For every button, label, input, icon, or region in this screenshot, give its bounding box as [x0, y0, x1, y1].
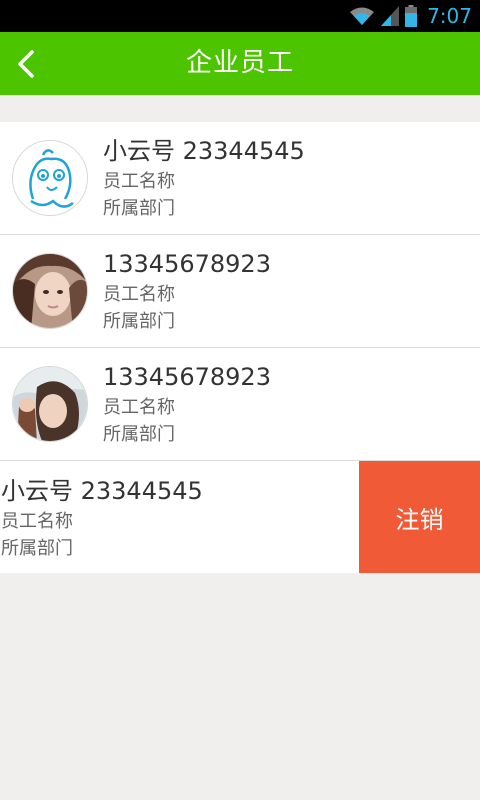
signal-icon	[381, 6, 400, 26]
employee-label: 员工名称	[103, 171, 175, 192]
employee-avatar	[12, 140, 88, 216]
deregister-button[interactable]: 注销	[359, 461, 480, 573]
status-bar: 7:07	[0, 0, 480, 32]
employee-row[interactable]: 13345678923 员工名称 所属部门	[0, 235, 480, 348]
wifi-icon	[350, 7, 375, 25]
employee-label: 员工名称	[103, 284, 175, 305]
employee-label: 员工名称	[1, 511, 73, 532]
employee-name: 小云号 23344545	[1, 477, 203, 505]
employee-dept: 所属部门	[1, 538, 73, 559]
employee-dept: 所属部门	[103, 424, 175, 445]
employee-info: 13345678923 员工名称 所属部门	[103, 247, 271, 335]
employee-info: 13345678923 员工名称 所属部门	[103, 360, 271, 448]
status-icons: 7:07	[349, 0, 472, 32]
employee-name: 小云号 23344545	[103, 137, 305, 165]
employee-avatar	[12, 366, 88, 442]
employee-row[interactable]: 13345678923 员工名称 所属部门	[0, 348, 480, 461]
employee-name: 13345678923	[103, 250, 271, 278]
battery-icon	[405, 5, 418, 27]
employee-name: 13345678923	[103, 363, 271, 391]
employee-row[interactable]: 小云号 23344545 员工名称 所属部门	[0, 122, 480, 235]
page-title: 企业员工	[185, 48, 294, 78]
employee-info: 小云号 23344545 员工名称 所属部门	[103, 134, 305, 222]
back-button[interactable]	[6, 42, 46, 85]
title-bar: 企业员工	[0, 32, 480, 95]
employee-dept: 所属部门	[103, 311, 175, 332]
employee-info: 小云号 23344545 员工名称 所属部门	[1, 474, 203, 562]
employee-list: 小云号 23344545 员工名称 所属部门 13345678923 员工名称 …	[0, 122, 480, 573]
employee-label: 员工名称	[103, 397, 175, 418]
employee-dept: 所属部门	[103, 198, 175, 219]
chevron-left-icon	[18, 49, 34, 78]
status-time: 7:07	[427, 4, 472, 28]
employee-avatar	[12, 253, 88, 329]
employee-row-swiped[interactable]: 小云号 23344545 员工名称 所属部门 注销	[0, 461, 480, 573]
